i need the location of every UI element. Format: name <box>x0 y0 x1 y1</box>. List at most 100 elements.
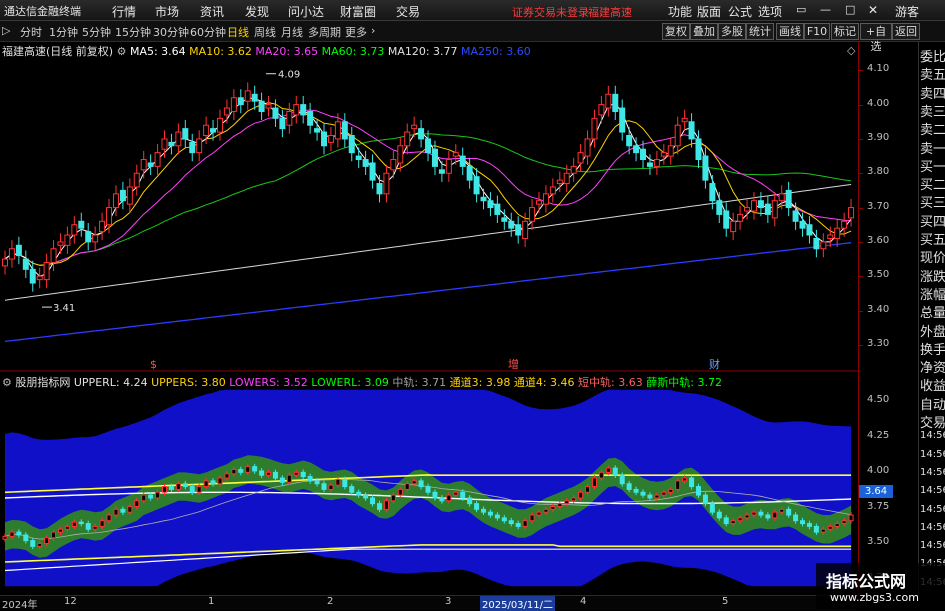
candle-body <box>813 237 820 250</box>
side-panel-item[interactable]: 净资 <box>920 357 945 376</box>
side-panel-item[interactable]: 自动 <box>920 394 945 413</box>
indicator-candle-body <box>640 491 646 496</box>
add-watchlist-button[interactable]: +自选 <box>860 23 892 53</box>
side-panel-item[interactable]: 卖三 <box>920 101 945 120</box>
overlay-button[interactable]: 叠加 <box>690 23 718 40</box>
tab-60min[interactable]: 60分钟 <box>190 24 226 40</box>
side-panel-item[interactable]: 14:56 <box>920 485 945 496</box>
tab-minute[interactable]: 分时 <box>20 24 42 40</box>
tab-5min[interactable]: 5分钟 <box>82 24 111 40</box>
menu-function[interactable]: 功能 <box>668 3 692 20</box>
stats-button[interactable]: 统计 <box>746 23 774 40</box>
candle-body <box>71 224 78 236</box>
candle-body <box>494 203 501 215</box>
tab-1min[interactable]: 1分钟 <box>49 24 78 40</box>
login-guest[interactable]: 游客 <box>895 3 919 20</box>
ma-legend-item: MA60: 3.73 <box>318 45 385 58</box>
side-panel-item[interactable]: 14:56 <box>920 467 945 478</box>
side-panel-item[interactable]: 收益 <box>920 375 945 394</box>
candle-body <box>834 227 841 239</box>
menu-trade[interactable]: 交易 <box>396 3 420 20</box>
ma-legend-item: MA250: 3.60 <box>457 45 531 58</box>
side-panel-item[interactable]: 涨幅 <box>920 284 945 303</box>
side-panel-item[interactable]: 14:56 <box>920 430 945 441</box>
menu-news[interactable]: 资讯 <box>200 3 224 20</box>
side-panel-item[interactable]: 买二 <box>920 174 945 193</box>
close-icon[interactable]: ✕ <box>868 3 878 17</box>
menu-xiaoda[interactable]: 问小达 <box>288 3 324 20</box>
indicator-candle-body <box>765 514 771 519</box>
indicator-panel[interactable]: ⚙ 股朋指标网 UPPERL: 4.24 UPPERS: 3.80 LOWERS… <box>0 373 858 595</box>
tab-arrow-icon[interactable]: ▷ <box>2 24 10 37</box>
candle-body <box>369 162 376 181</box>
menu-options[interactable]: 选项 <box>758 3 782 20</box>
side-panel-item[interactable]: 买一 <box>920 156 945 175</box>
side-panel-item[interactable]: 委比 <box>920 46 945 65</box>
minimize-icon[interactable]: — <box>820 3 831 16</box>
tab-weekly[interactable]: 周线 <box>254 24 276 40</box>
tab-30min[interactable]: 30分钟 <box>153 24 189 40</box>
side-panel-item[interactable]: 14:56 <box>920 504 945 515</box>
side-panel-item[interactable]: 买四 <box>920 211 945 230</box>
trade-login-warning[interactable]: 证券交易未登录 <box>512 4 589 20</box>
f10-button[interactable]: F10 <box>804 23 830 40</box>
indicator-candle-body <box>127 505 133 513</box>
candle-body <box>258 100 265 112</box>
adjust-button[interactable]: 复权 <box>662 23 690 40</box>
side-panel-item[interactable]: 买五 <box>920 229 945 248</box>
side-panel-item[interactable]: 14:56 <box>920 449 945 460</box>
menu-market-center[interactable]: 市场 <box>155 3 179 20</box>
side-panel-item[interactable]: 换手 <box>920 339 945 358</box>
mark-button[interactable]: 标记 <box>831 23 859 40</box>
multi-stock-button[interactable]: 多股 <box>718 23 746 40</box>
indicator-settings-icon[interactable]: ⚙ <box>2 376 12 389</box>
draw-line-button[interactable]: 画线 <box>776 23 804 40</box>
indicator-candle-body <box>245 466 251 473</box>
side-panel-item[interactable]: 外盘 <box>920 321 945 340</box>
indicator-legend: ⚙ 股朋指标网 UPPERL: 4.24 UPPERS: 3.80 LOWERS… <box>2 374 722 390</box>
candle-body <box>43 261 50 281</box>
side-panel-item[interactable]: 14:56 <box>920 522 945 533</box>
candle-body <box>591 117 598 140</box>
candle-body <box>473 176 480 195</box>
panel-collapse-icon[interactable]: ◇ <box>847 44 855 57</box>
side-panel-item[interactable]: 买三 <box>920 192 945 211</box>
side-panel-item[interactable]: 总量 <box>920 302 945 321</box>
indicator-candle-body <box>404 483 410 490</box>
menu-formula[interactable]: 公式 <box>728 3 752 20</box>
side-panel-item[interactable]: 14:56 <box>920 540 945 551</box>
menu-bar: 通达信金融终端 行情 市场 资讯 发现 问小达 财富圈 交易 证券交易未登录 福… <box>0 0 945 21</box>
more-chevron-icon[interactable]: › <box>371 24 375 37</box>
tab-more[interactable]: 更多 <box>345 24 367 40</box>
side-panel-item[interactable]: 卖一 <box>920 138 945 157</box>
side-panel-item[interactable]: 卖四 <box>920 83 945 102</box>
back-button[interactable]: 返回 <box>892 23 920 40</box>
menu-market[interactable]: 行情 <box>112 3 136 20</box>
candle-body <box>126 186 133 205</box>
main-candle-panel[interactable]: 4.09 3.41 $ 增 财 福建高速(日线 前复权) ⚙ MA5: 3.64 MA1… <box>0 42 858 372</box>
side-panel-item[interactable]: 现价 <box>920 247 945 266</box>
side-panel-item[interactable]: 卖二 <box>920 119 945 138</box>
settings-gear-icon[interactable]: ⚙ <box>117 45 127 58</box>
side-panel-item[interactable]: 涨跌 <box>920 266 945 285</box>
stock-tab[interactable]: 福建高速 <box>588 4 632 20</box>
menu-discover[interactable]: 发现 <box>245 3 269 20</box>
tab-15min[interactable]: 15分钟 <box>115 24 151 40</box>
tab-daily[interactable]: 日线 <box>227 24 249 40</box>
candle-body <box>404 131 411 147</box>
indicator-candle-body <box>439 497 445 502</box>
indicator-candle-body <box>113 508 119 516</box>
side-panel-item[interactable]: 交易 <box>920 412 945 431</box>
indicator-legend-item: LOWERS: 3.52 <box>225 376 308 389</box>
main-chart-svg[interactable]: 4.09 3.41 $ 增 财 <box>0 42 858 372</box>
side-panel-item[interactable]: 卖五 <box>920 64 945 83</box>
menu-layout[interactable]: 版面 <box>697 3 721 20</box>
maximize-icon[interactable]: □ <box>845 3 855 16</box>
restore-icon[interactable]: ▭ <box>796 3 806 16</box>
indicator-chart-svg[interactable] <box>0 373 858 595</box>
tick-mark <box>859 310 863 312</box>
tab-multi-period[interactable]: 多周期 <box>308 24 341 40</box>
menu-wealth-circle[interactable]: 财富圈 <box>340 3 376 20</box>
indicator-candle-body <box>751 511 757 516</box>
tab-monthly[interactable]: 月线 <box>281 24 303 40</box>
